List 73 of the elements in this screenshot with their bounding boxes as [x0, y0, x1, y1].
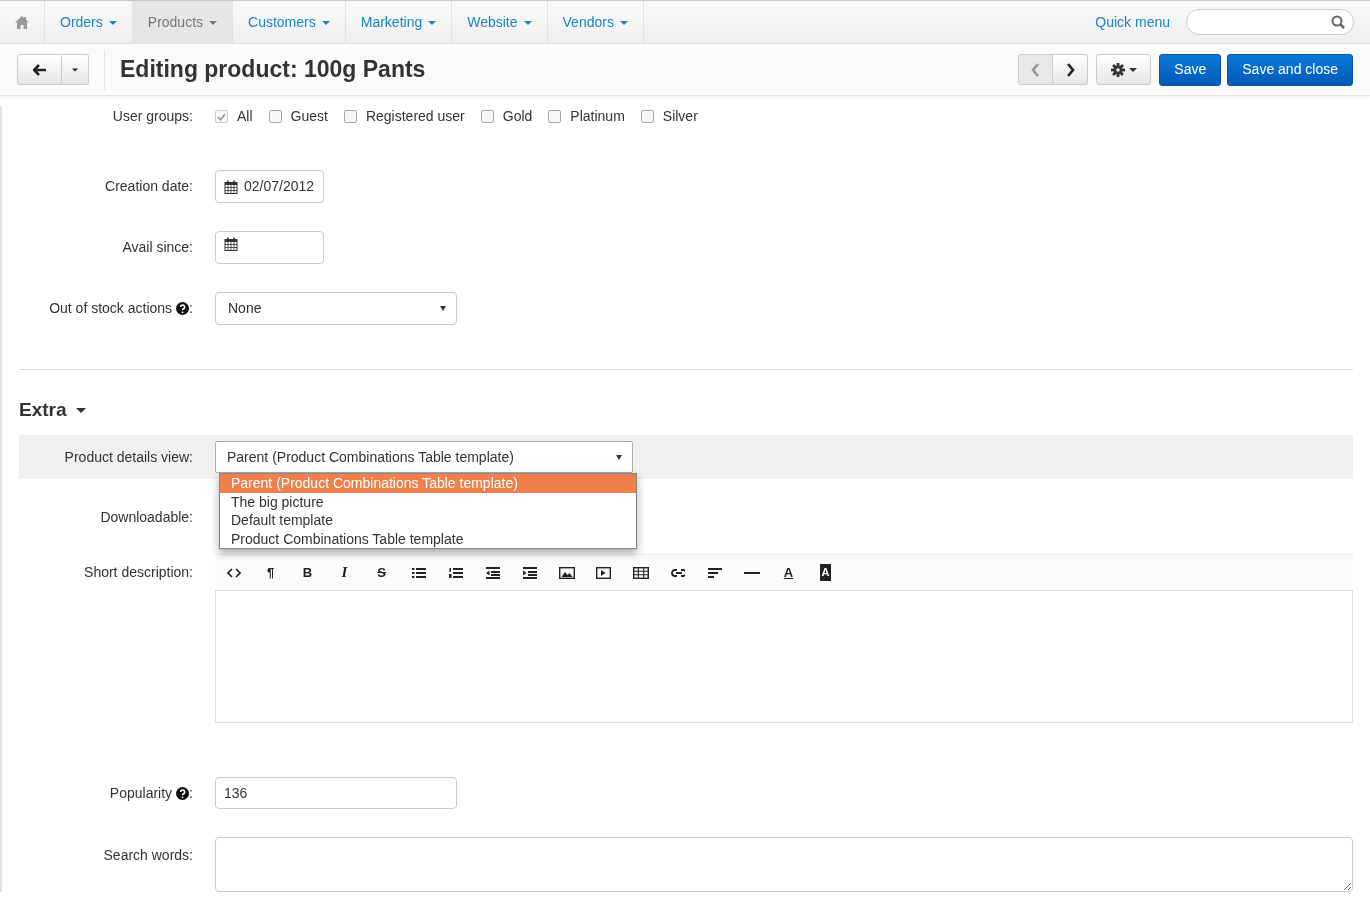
- field-label: User groups:: [111, 107, 194, 126]
- search-field[interactable]: [1186, 9, 1354, 35]
- indent-icon[interactable]: [522, 566, 537, 579]
- checkbox[interactable]: [548, 110, 562, 123]
- home-icon: [15, 16, 29, 29]
- section-toggle[interactable]: Extra: [19, 397, 1353, 423]
- date-field[interactable]: 02/07/2012: [215, 170, 324, 203]
- checkbox[interactable]: [268, 110, 282, 123]
- strikethrough-button[interactable]: S: [363, 554, 400, 591]
- field-label: Short description:: [83, 563, 194, 582]
- back-button[interactable]: [17, 54, 62, 85]
- checkbox[interactable]: [343, 110, 357, 123]
- calendar-icon: [224, 237, 238, 251]
- arrow-left-icon: [32, 63, 47, 76]
- gear-icon: [1110, 62, 1125, 77]
- link-icon[interactable]: [670, 566, 685, 579]
- dropdown-option[interactable]: Default template: [220, 511, 636, 530]
- field-label: Search words:: [102, 846, 194, 865]
- bullet-list-icon[interactable]: [411, 566, 426, 579]
- date-field[interactable]: [215, 231, 324, 264]
- checkbox-label: Silver: [662, 107, 698, 126]
- save-and-close-button[interactable]: Save and close: [1227, 53, 1353, 86]
- settings-button[interactable]: [1096, 54, 1152, 85]
- help-icon: [176, 302, 190, 315]
- caret-icon: [616, 454, 622, 460]
- checkbox-label: All: [237, 107, 253, 126]
- image-icon[interactable]: [558, 566, 575, 579]
- field-label: Out of stock actions: [49, 299, 173, 318]
- bold-button[interactable]: B: [289, 554, 326, 591]
- select-field[interactable]: None: [215, 292, 457, 325]
- select-field[interactable]: Parent (Product Combinations Table template): [215, 441, 633, 473]
- field-label: Downloadable:: [99, 508, 194, 527]
- number-field[interactable]: 136: [215, 777, 457, 809]
- caret-down-icon: [75, 407, 86, 413]
- page-title: Editing product: 100g Pants: [120, 55, 426, 84]
- numbered-list-icon[interactable]: [448, 566, 463, 579]
- paragraph-button[interactable]: ¶: [252, 554, 289, 591]
- code-icon[interactable]: [226, 566, 241, 579]
- help-icon: [176, 786, 190, 800]
- video-icon[interactable]: [596, 566, 611, 579]
- save-button[interactable]: Save: [1159, 53, 1222, 86]
- colon-text: :: [189, 299, 193, 318]
- quick-menu-link[interactable]: Quick menu: [1095, 11, 1170, 33]
- colon-text: :: [189, 783, 193, 803]
- chevron-right-icon: [1065, 62, 1075, 77]
- calendar-icon: [224, 179, 238, 194]
- caret-icon: [440, 306, 446, 311]
- next-button[interactable]: [1053, 54, 1089, 85]
- checkbox[interactable]: [640, 110, 654, 123]
- field-label: Product details view:: [63, 447, 194, 467]
- field-label: Popularity: [109, 783, 173, 803]
- checkbox-label: Registered user: [365, 107, 465, 126]
- align-left-icon[interactable]: [707, 566, 722, 579]
- caret-icon: [72, 67, 78, 72]
- chevron-left-icon: [1031, 62, 1041, 77]
- dropdown-option[interactable]: Product Combinations Table template: [220, 529, 636, 548]
- table-icon[interactable]: [632, 566, 649, 579]
- search-words-field[interactable]: [215, 837, 1353, 892]
- checkbox-label: Platinum: [570, 107, 625, 126]
- background-color-button[interactable]: A: [807, 554, 844, 591]
- search-icon: [1331, 15, 1345, 29]
- checkbox-label: Gold: [502, 107, 533, 126]
- outdent-icon[interactable]: [485, 566, 500, 579]
- check-icon: [217, 112, 226, 121]
- italic-button[interactable]: I: [326, 554, 363, 591]
- dropdown-option[interactable]: The big picture: [220, 492, 636, 511]
- checkbox[interactable]: [480, 110, 494, 123]
- caret-icon: [1128, 67, 1137, 72]
- menu-tab[interactable]: Products: [132, 1, 234, 44]
- field-label: Avail since:: [121, 238, 194, 257]
- font-color-button[interactable]: A: [770, 554, 807, 591]
- checkbox-label: Guest: [290, 107, 328, 126]
- field-label: Creation date:: [104, 177, 194, 196]
